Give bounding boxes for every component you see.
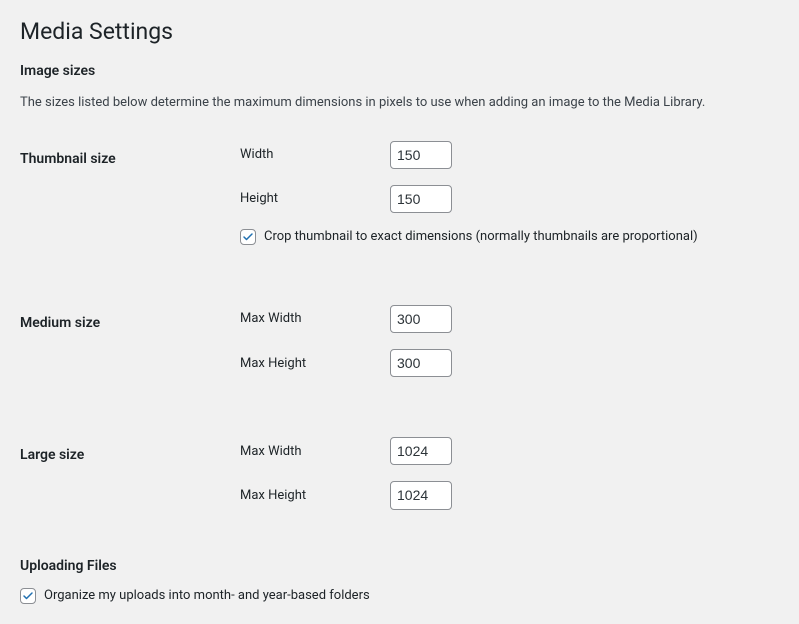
image-sizes-table: Thumbnail size Width Height Crop thumbna…	[20, 141, 779, 530]
image-sizes-heading: Image sizes	[20, 63, 779, 79]
check-icon	[22, 590, 34, 602]
thumbnail-width-input[interactable]	[390, 141, 452, 169]
large-max-width-input[interactable]	[390, 437, 452, 465]
thumbnail-height-label: Height	[240, 191, 390, 206]
thumbnail-height-input[interactable]	[390, 185, 452, 213]
medium-max-width-label: Max Width	[240, 311, 390, 326]
page-title: Media Settings	[20, 18, 779, 45]
medium-max-height-input[interactable]	[390, 349, 452, 377]
thumbnail-size-label: Thumbnail size	[20, 141, 240, 265]
thumbnail-width-label: Width	[240, 147, 390, 162]
medium-max-width-input[interactable]	[390, 305, 452, 333]
large-max-height-input[interactable]	[390, 481, 452, 509]
crop-thumbnail-label: Crop thumbnail to exact dimensions (norm…	[264, 229, 698, 244]
large-max-width-label: Max Width	[240, 444, 390, 459]
image-sizes-description: The sizes listed below determine the max…	[20, 93, 779, 113]
medium-max-height-label: Max Height	[240, 356, 390, 371]
check-icon	[242, 231, 254, 243]
large-size-label: Large size	[20, 437, 240, 529]
organize-uploads-label: Organize my uploads into month- and year…	[44, 588, 370, 603]
uploading-files-heading: Uploading Files	[20, 558, 779, 574]
crop-thumbnail-checkbox[interactable]	[240, 229, 256, 245]
organize-uploads-checkbox[interactable]	[20, 588, 36, 604]
large-max-height-label: Max Height	[240, 488, 390, 503]
medium-size-label: Medium size	[20, 305, 240, 397]
